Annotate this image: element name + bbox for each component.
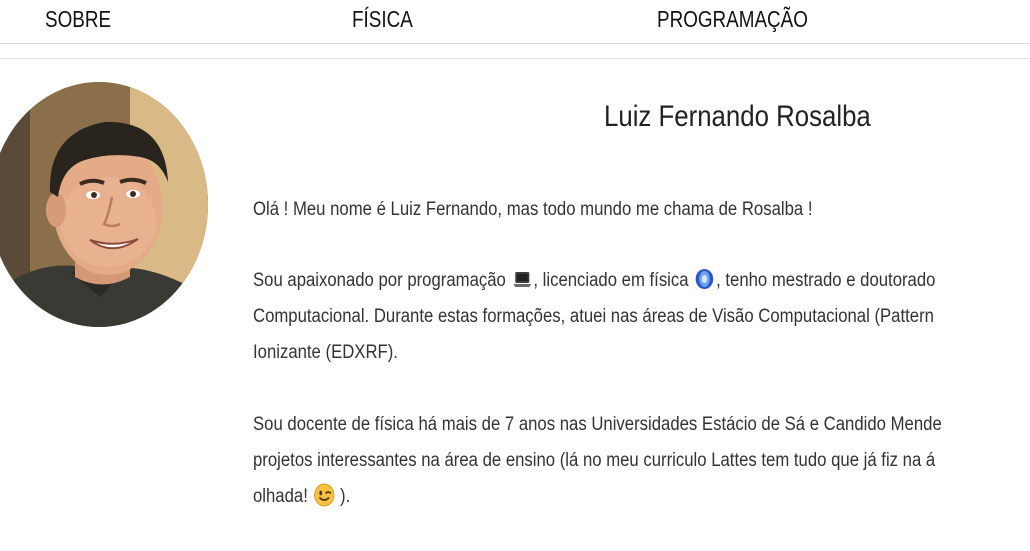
wink-emoji-icon — [313, 483, 335, 507]
profile-name: Luiz Fernando Rosalba — [604, 100, 871, 133]
background-line-3: Ionizante (EDXRF). — [253, 342, 398, 363]
text-fragment: , licenciado em física — [533, 270, 694, 291]
teaching-line-1: Sou docente de física há mais de 7 anos … — [253, 414, 942, 435]
laptop-icon — [511, 267, 532, 291]
background-paragraph: Sou apaixonado por programação , licenci… — [253, 263, 935, 371]
text-fragment: ). — [335, 486, 351, 507]
teaching-line-3: olhada! ). — [253, 479, 942, 515]
teaching-paragraph: Sou docente de física há mais de 7 anos … — [253, 407, 942, 515]
profile-avatar — [0, 82, 208, 327]
intro-paragraph: Olá ! Meu nome é Luiz Fernando, mas todo… — [253, 192, 813, 228]
text-fragment: , tenho mestrado e doutorado — [716, 270, 936, 291]
background-line-1: Sou apaixonado por programação , licenci… — [253, 263, 935, 299]
nav-link-programacao[interactable]: PROGRAMAÇÃO — [657, 6, 808, 33]
nav-link-sobre[interactable]: SOBRE — [45, 6, 111, 33]
background-line-2: Computacional. Durante estas formações, … — [253, 306, 934, 327]
text-fragment: olhada! — [253, 486, 313, 507]
header-divider — [0, 58, 1030, 59]
atom-icon — [694, 267, 715, 291]
nav-link-fisica[interactable]: FÍSICA — [352, 6, 413, 33]
teaching-line-2: projetos interessantes na área de ensino… — [253, 450, 936, 471]
intro-line: Olá ! Meu nome é Luiz Fernando, mas todo… — [253, 199, 813, 220]
top-navigation: SOBRE FÍSICA PROGRAMAÇÃO — [0, 0, 1030, 44]
text-fragment: Sou apaixonado por programação — [253, 270, 511, 291]
